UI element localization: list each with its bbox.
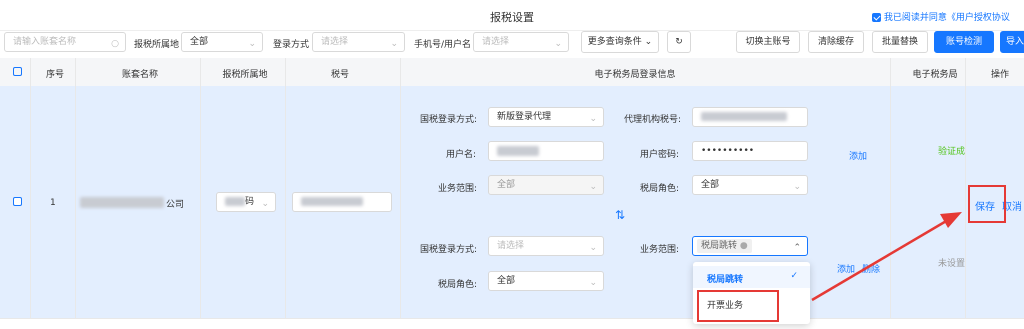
annotation-arrow bbox=[811, 212, 962, 302]
arrow-line bbox=[811, 218, 949, 302]
arrow-head bbox=[940, 212, 962, 228]
